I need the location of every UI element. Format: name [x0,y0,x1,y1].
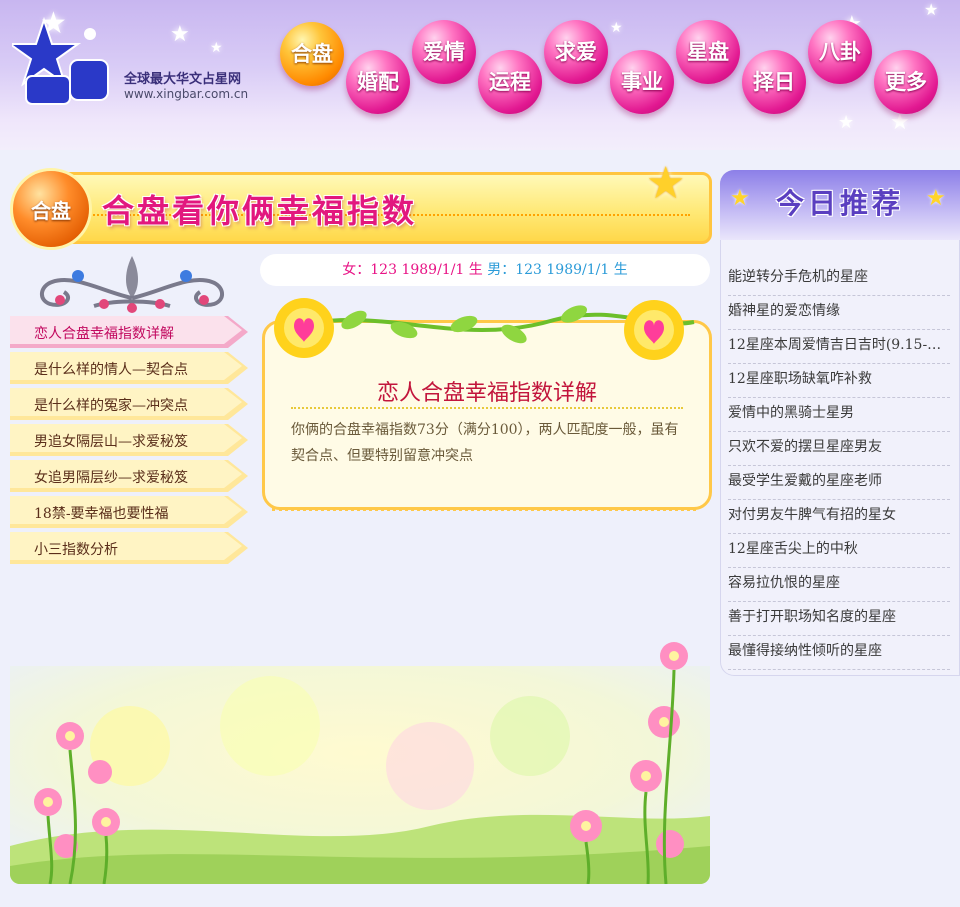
menu-item-mistress-index[interactable]: 小三指数分析 [10,532,250,564]
result-text: 你俩的合盘幸福指数73分（满分100），两人匹配度一般，虽有契合点、但要特别留意… [291,422,679,464]
male-info: 123 1989/1/1 生 [515,262,628,278]
section-banner: 合盘 合盘看你俩幸福指数 ★ [10,158,712,250]
recommend-item[interactable]: 善于打开职场知名度的星座 [728,602,950,636]
recommend-item[interactable]: 对付男友牛脾气有招的星女 [728,500,950,534]
nav-zeri[interactable]: 择日 [742,50,806,114]
recommend-item[interactable]: 爱情中的黑骑士星男 [728,398,950,432]
menu-item-label: 男追女隔层山—求爱秘笈 [34,434,188,450]
female-info: 123 1989/1/1 生 [370,262,483,278]
recommend-title: 今日推荐 [775,187,904,220]
nav-xingpan[interactable]: 星盘 [676,20,740,84]
couple-info-bar: 女：123 1989/1/1 生 男：123 1989/1/1 生 [260,254,710,286]
menu-item-18-plus[interactable]: 18禁-要幸福也要性福 [10,496,250,528]
menu-item-label: 恋人合盘幸福指数详解 [34,326,174,342]
recommend-item[interactable]: 能逆转分手危机的星座 [728,262,950,296]
nav-aiqing[interactable]: 爱情 [412,20,476,84]
flower-vine-decoration [274,298,695,360]
nav-yuncheng[interactable]: 运程 [478,50,542,114]
recommend-item[interactable]: 最懂得接纳性倾听的星座 [728,636,950,670]
star-icon: ★ [210,40,223,56]
recommend-header: ★ 今日推荐 ★ [720,170,960,240]
recommend-list: 能逆转分手危机的星座 婚神星的爱恋情缘 12星座本周爱情吉日吉时(9.15-… … [728,262,950,670]
star-icon: ★ [926,186,946,211]
recommend-item[interactable]: 婚神星的爱恋情缘 [728,296,950,330]
nav-bagua[interactable]: 八卦 [808,20,872,84]
menu-item-label: 是什么样的冤家—冲突点 [34,398,188,414]
left-menu: 恋人合盘幸福指数详解 是什么样的情人—契合点 是什么样的冤家—冲突点 男追女隔层… [10,316,250,568]
menu-item-lovers-index[interactable]: 恋人合盘幸福指数详解 [10,316,250,348]
nav-hepan[interactable]: 合盘 [280,22,344,86]
xingbar-logo[interactable] [12,14,112,114]
star-icon: ★ [646,158,686,209]
nav-shiye[interactable]: 事业 [610,50,674,114]
recommend-item[interactable]: 只欢不爱的摆旦星座男友 [728,432,950,466]
header: ★ ★ ★ ★ ★ ★ ★ ★ 全球最大华文占星网 www.xingbar.co… [0,0,960,150]
menu-item-label: 18禁-要幸福也要性福 [34,506,169,522]
card-dotted-border [272,508,696,511]
female-label: 女： [342,262,371,278]
ornament-decoration [40,256,224,313]
result-divider [291,407,683,409]
result-title: 恋人合盘幸福指数详解 [376,381,597,406]
menu-item-label: 女追男隔层纱—求爱秘笈 [34,470,188,486]
recommend-item[interactable]: 容易拉仇恨的星座 [728,568,950,602]
logo-url[interactable]: www.xingbar.com.cn [124,87,248,101]
nav-gengduo[interactable]: 更多 [874,50,938,114]
star-icon: ★ [610,20,623,36]
star-icon: ★ [924,0,939,19]
menu-item-conflict[interactable]: 是什么样的冤家—冲突点 [10,388,250,420]
menu-item-label: 小三指数分析 [34,542,118,558]
male-label: 男： [487,262,516,278]
flower-meadow-illustration [10,626,710,884]
star-icon: ★ [170,22,190,47]
star-icon: ★ [838,112,855,133]
menu-item-man-woos[interactable]: 男追女隔层山—求爱秘笈 [10,424,250,456]
logo-slogan: 全球最大华文占星网 [124,72,242,87]
nav-qiuai[interactable]: 求爱 [544,20,608,84]
recommend-item[interactable]: 最受学生爱戴的星座老师 [728,466,950,500]
menu-item-lover-match[interactable]: 是什么样的情人—契合点 [10,352,250,384]
recommend-item[interactable]: 12星座舌尖上的中秋 [728,534,950,568]
recommend-item[interactable]: 12星座本周爱情吉日吉时(9.15-… [728,330,950,364]
banner-badge: 合盘 [10,168,92,250]
menu-item-label: 是什么样的情人—契合点 [34,362,188,378]
nav-hunpei[interactable]: 婚配 [346,50,410,114]
recommend-panel: ★ 今日推荐 ★ 能逆转分手危机的星座 婚神星的爱恋情缘 12星座本周爱情吉日吉… [720,170,960,676]
recommend-item[interactable]: 12星座职场缺氧咋补救 [728,364,950,398]
page-title: 合盘看你俩幸福指数 [102,192,418,230]
menu-item-woman-woos[interactable]: 女追男隔层纱—求爱秘笈 [10,460,250,492]
